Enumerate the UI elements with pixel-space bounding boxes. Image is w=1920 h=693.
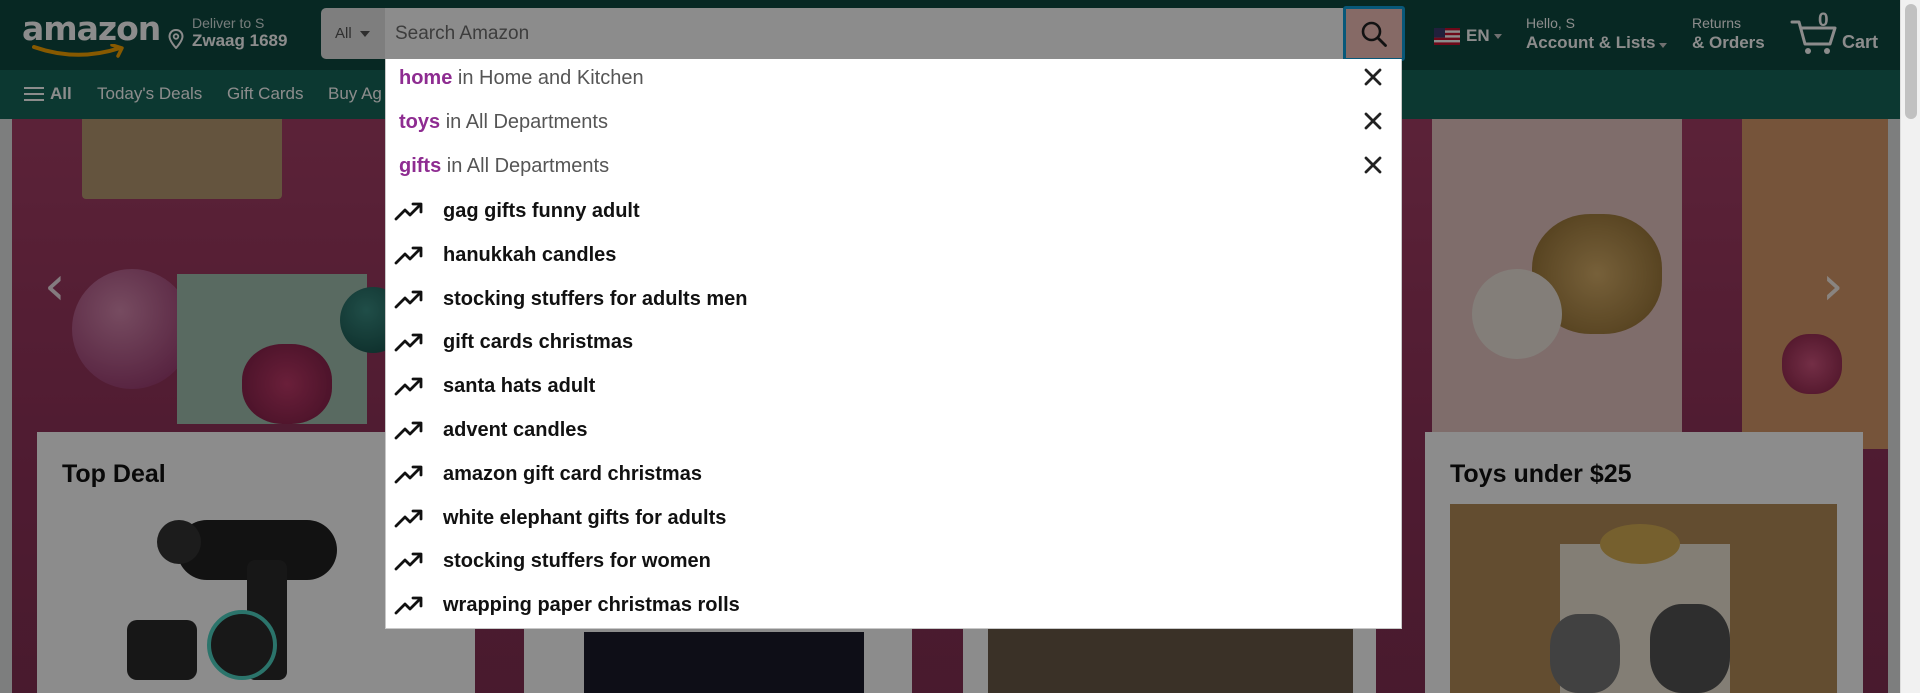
trending-search-text: santa hats adult (443, 375, 596, 398)
trending-search-item[interactable]: wrapping paper christmas rolls (386, 586, 1401, 626)
trending-up-icon (394, 465, 423, 484)
trending-up-icon (394, 290, 423, 308)
recent-search-text: toys in All Departments (399, 111, 608, 133)
trending-search-text: amazon gift card christmas (443, 462, 702, 485)
scrollbar-thumb[interactable] (1905, 4, 1917, 119)
trending-search-text: gift cards christmas (443, 331, 634, 354)
trending-search-item[interactable]: amazon gift card christmas (386, 455, 1401, 495)
trending-search-text: wrapping paper christmas rolls (443, 594, 740, 617)
recent-search-item[interactable]: gifts in All Departments (386, 147, 1401, 187)
close-icon[interactable] (1361, 153, 1385, 177)
recent-search-text: home in Home and Kitchen (399, 67, 644, 89)
trending-search-item[interactable]: stocking stuffers for women (386, 542, 1401, 582)
recent-search-item[interactable]: toys in All Departments (386, 103, 1401, 143)
trending-up-icon (394, 377, 423, 396)
trending-search-text: stocking stuffers for women (443, 550, 711, 573)
trending-up-icon (394, 246, 423, 265)
recent-search-text: gifts in All Departments (399, 155, 610, 177)
trending-search-item[interactable]: advent candles (386, 411, 1401, 451)
trending-up-icon (394, 333, 423, 352)
trending-up-icon (394, 202, 423, 221)
trending-up-icon (394, 596, 423, 615)
trending-search-text: hanukkah candles (443, 243, 617, 266)
trending-up-icon (394, 552, 423, 571)
trending-search-text: white elephant gifts for adults (443, 506, 727, 529)
close-icon[interactable] (1361, 65, 1385, 89)
page-scrollbar[interactable] (1900, 0, 1920, 693)
trending-search-text: stocking stuffers for adults men (443, 287, 748, 310)
trending-up-icon (394, 509, 423, 527)
trending-search-item[interactable]: santa hats adult (386, 367, 1401, 407)
trending-search-item[interactable]: gag gifts funny adult (386, 192, 1401, 232)
trending-search-item[interactable]: white elephant gifts for adults (386, 499, 1401, 539)
trending-search-item[interactable]: stocking stuffers for adults men (386, 280, 1401, 320)
trending-up-icon (394, 421, 423, 440)
trending-search-text: advent candles (443, 419, 588, 441)
trending-search-item[interactable]: hanukkah candles (386, 236, 1401, 276)
close-icon[interactable] (1361, 109, 1385, 133)
trending-search-text: gag gifts funny adult (443, 200, 640, 222)
recent-search-item[interactable]: home in Home and Kitchen (386, 59, 1401, 99)
trending-search-item[interactable]: gift cards christmas (386, 323, 1401, 363)
search-suggestions-dropdown: home in Home and Kitchen toys in All Dep… (385, 59, 1402, 629)
